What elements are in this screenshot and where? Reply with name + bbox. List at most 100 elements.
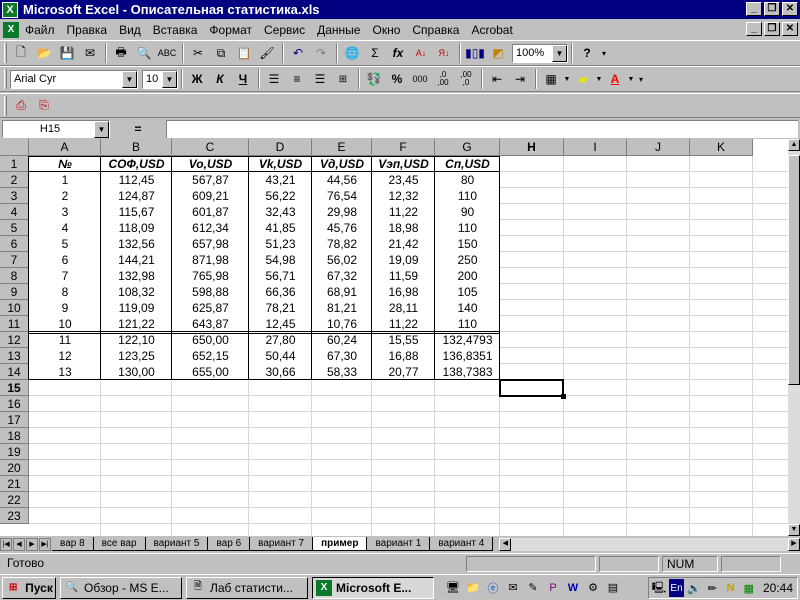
column-header[interactable]: I (564, 139, 627, 156)
chevron-down-icon[interactable]: ▼ (595, 68, 603, 90)
sheet-tab[interactable]: вар 8 (52, 537, 94, 551)
table-cell[interactable]: 140 (435, 300, 500, 316)
table-cell[interactable]: 32,43 (249, 204, 312, 220)
column-header[interactable]: D (249, 139, 312, 156)
language-indicator[interactable]: En (669, 579, 684, 597)
row-header[interactable]: 14 (0, 364, 29, 380)
network-icon[interactable]: ▤ (604, 579, 622, 597)
table-cell[interactable]: 6 (29, 252, 101, 268)
font-name-select[interactable]: Arial Cyr ▼ (10, 69, 138, 89)
align-center-icon[interactable]: ≡ (286, 68, 308, 90)
bold-button[interactable]: Ж (186, 68, 208, 90)
chevron-down-icon[interactable]: ▼ (563, 68, 571, 90)
scroll-right-button[interactable]: ▶ (788, 537, 800, 551)
table-header-cell[interactable]: № (29, 156, 101, 172)
table-cell[interactable]: 108,32 (101, 284, 172, 300)
paste-icon[interactable]: 📋 (233, 42, 255, 64)
table-cell[interactable]: 12,45 (249, 316, 312, 332)
row-header[interactable]: 16 (0, 396, 29, 412)
doc-restore-button[interactable]: ❐ (764, 22, 780, 36)
table-header-cell[interactable]: Cп,USD (435, 156, 500, 172)
sheet-tab[interactable]: вариант 5 (145, 537, 209, 551)
table-cell[interactable]: 19,09 (372, 252, 435, 268)
toolbar-grip[interactable] (4, 43, 7, 63)
table-cell[interactable]: 51,23 (249, 236, 312, 252)
close-button[interactable]: ✕ (782, 2, 798, 16)
menu-acrobat[interactable]: Acrobat (465, 23, 518, 37)
worksheet-grid[interactable]: A B C D E F G H I J K 1 2 3 4 5 6 7 8 9 10 11 12 13 14 15 16 17 18 19… (0, 139, 788, 536)
table-cell[interactable]: 68,91 (312, 284, 372, 300)
copy-icon[interactable]: ⧉ (210, 42, 232, 64)
table-cell[interactable]: 655,00 (172, 364, 249, 380)
table-cell[interactable]: 11,22 (372, 316, 435, 332)
row-header[interactable]: 15 (0, 380, 29, 396)
table-header-cell[interactable]: СОФ,USD (101, 156, 172, 172)
save-icon[interactable]: 💾 (56, 42, 78, 64)
vertical-scrollbar[interactable]: ▲ ▼ (788, 139, 800, 536)
table-cell[interactable]: 67,30 (312, 348, 372, 364)
table-cell[interactable]: 609,21 (172, 188, 249, 204)
decrease-indent-icon[interactable]: ⇤ (486, 68, 508, 90)
table-cell[interactable]: 144,21 (101, 252, 172, 268)
sheet-tab[interactable]: вариант 1 (367, 537, 431, 551)
formula-input[interactable] (166, 120, 798, 138)
chart-wizard-icon[interactable]: ▮▯▮ (464, 42, 486, 64)
table-cell[interactable]: 16,88 (372, 348, 435, 364)
table-cell[interactable]: 652,15 (172, 348, 249, 364)
increase-decimal-icon[interactable]: ,0 ,00 (432, 68, 454, 90)
table-cell[interactable]: 115,67 (101, 204, 172, 220)
pdf-mail-icon[interactable]: ⎘ (33, 95, 55, 117)
select-all-corner[interactable] (0, 139, 29, 156)
table-cell[interactable]: 2 (29, 188, 101, 204)
outlook-icon[interactable]: ✉ (504, 579, 522, 597)
task-button[interactable]: 🗎 Лаб статисти... (186, 576, 308, 599)
menu-data[interactable]: Данные (311, 23, 366, 37)
table-cell[interactable]: 598,88 (172, 284, 249, 300)
align-right-icon[interactable]: ☰ (309, 68, 331, 90)
table-cell[interactable]: 8 (29, 284, 101, 300)
menu-file[interactable]: Файл (19, 23, 61, 37)
table-cell[interactable]: 5 (29, 236, 101, 252)
toolbar-options-icon[interactable]: ▾ (599, 42, 609, 64)
scroll-down-button[interactable]: ▼ (788, 524, 800, 536)
row-header[interactable]: 13 (0, 348, 29, 364)
row-header[interactable]: 18 (0, 428, 29, 444)
table-cell[interactable]: 18,98 (372, 220, 435, 236)
internet-explorer-icon[interactable]: ⓔ (484, 579, 502, 597)
table-cell[interactable]: 56,22 (249, 188, 312, 204)
row-header[interactable]: 20 (0, 460, 29, 476)
column-header[interactable]: G (435, 139, 500, 156)
name-box[interactable]: H15 ▼ (2, 120, 110, 138)
table-cell[interactable]: 650,00 (172, 332, 249, 348)
drawing-icon[interactable]: ◩ (487, 42, 509, 64)
table-cell[interactable]: 11 (29, 332, 101, 348)
font-size-select[interactable]: 10 ▼ (142, 69, 178, 89)
percent-button[interactable]: % (386, 68, 408, 90)
row-header[interactable]: 11 (0, 316, 29, 332)
table-cell[interactable]: 3 (29, 204, 101, 220)
workbook-icon[interactable]: X (3, 21, 19, 38)
table-cell[interactable]: 30,66 (249, 364, 312, 380)
table-cell[interactable]: 121,22 (101, 316, 172, 332)
row-header[interactable]: 10 (0, 300, 29, 316)
publisher-icon[interactable]: P (544, 579, 562, 597)
table-cell[interactable]: 110 (435, 188, 500, 204)
folder-icon[interactable]: 📁 (464, 579, 482, 597)
pencil-icon[interactable]: ✏ (704, 579, 720, 597)
table-header-cell[interactable]: Vд,USD (312, 156, 372, 172)
sort-ascending-icon[interactable]: A↓ (410, 42, 432, 64)
table-cell[interactable]: 66,36 (249, 284, 312, 300)
doc-minimize-button[interactable]: _ (746, 22, 762, 36)
chevron-down-icon[interactable]: ▼ (94, 120, 109, 138)
table-cell[interactable]: 67,32 (312, 268, 372, 284)
table-cell[interactable]: 250 (435, 252, 500, 268)
table-cell[interactable]: 871,98 (172, 252, 249, 268)
borders-icon[interactable]: ▦ (540, 68, 562, 90)
table-cell[interactable]: 78,82 (312, 236, 372, 252)
table-cell[interactable]: 15,55 (372, 332, 435, 348)
table-cell[interactable]: 10,76 (312, 316, 372, 332)
desktop-icon[interactable]: 🖥 (444, 579, 462, 597)
table-cell[interactable]: 132,4793 (435, 332, 500, 348)
table-cell[interactable]: 58,33 (312, 364, 372, 380)
table-cell[interactable]: 13 (29, 364, 101, 380)
